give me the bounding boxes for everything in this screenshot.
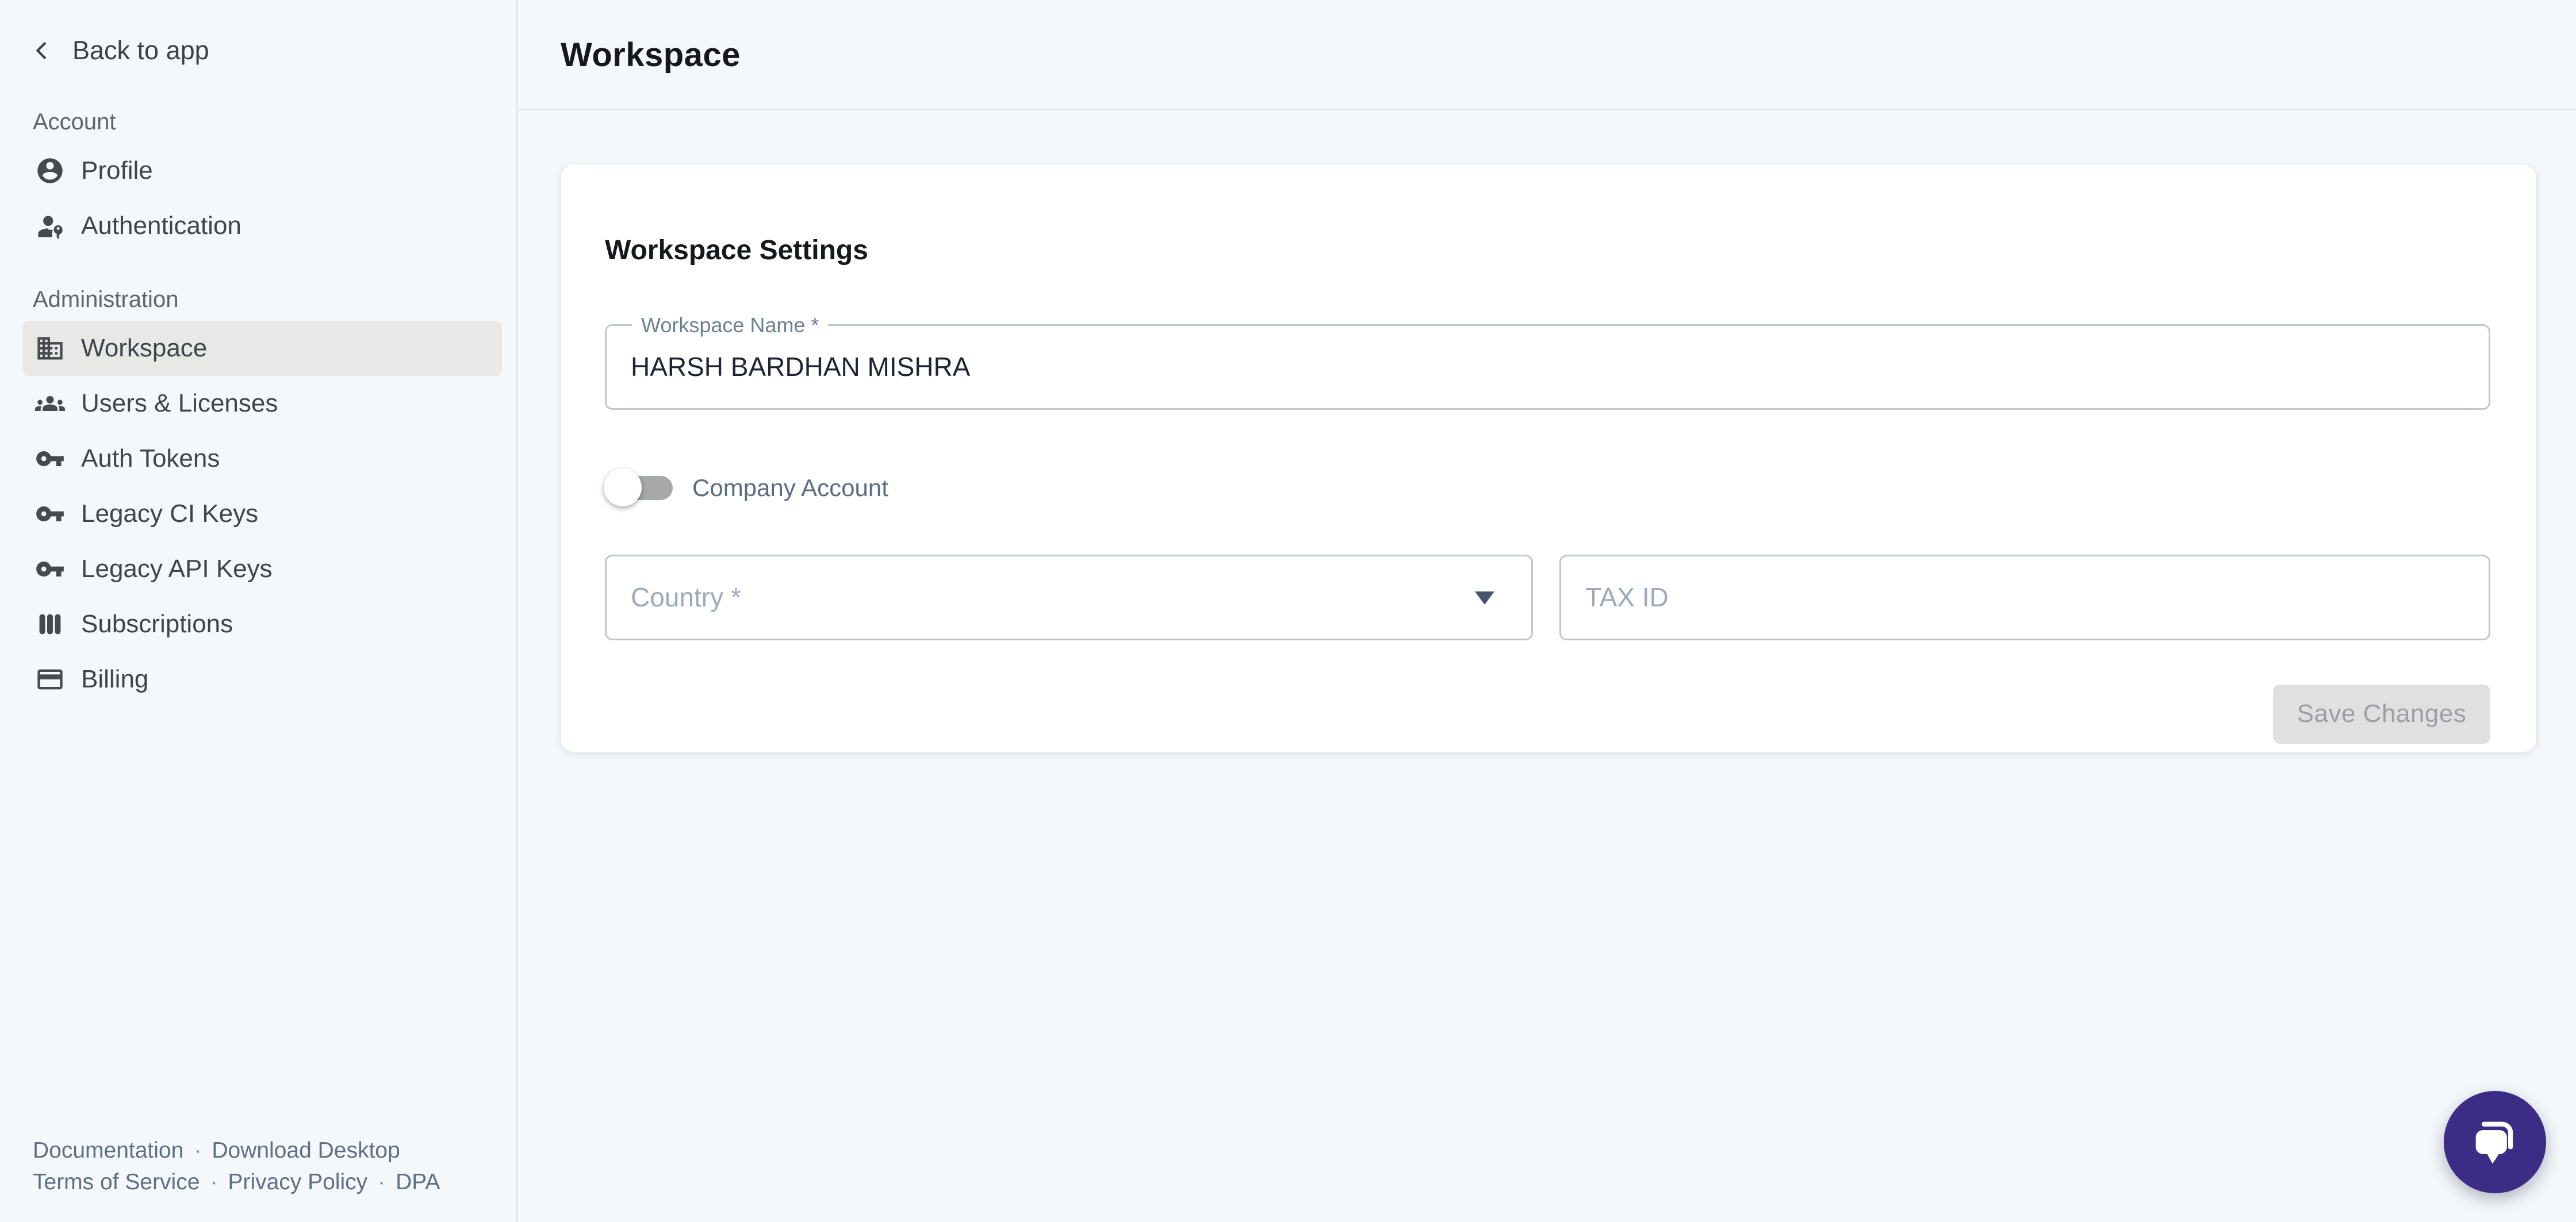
chat-bubbles-icon: [2466, 1113, 2524, 1171]
footer-separator: ·: [378, 1166, 385, 1198]
sidebar-item-label: Profile: [81, 156, 153, 185]
sidebar-item-auth-tokens[interactable]: Auth Tokens: [23, 431, 502, 486]
workspace-settings-card: Workspace Settings Workspace Name * Comp…: [561, 164, 2536, 752]
save-row: Save Changes: [605, 685, 2490, 744]
sidebar-item-label: Auth Tokens: [81, 444, 220, 473]
company-account-row: Company Account: [605, 468, 2490, 508]
sidebar-footer: Documentation · Download Desktop Terms o…: [33, 1135, 440, 1198]
key-icon: [35, 554, 65, 584]
workspace-name-field: Workspace Name *: [605, 324, 2490, 410]
main-content: Workspace Workspace Settings Workspace N…: [519, 0, 2576, 1222]
building-icon: [35, 333, 65, 363]
back-to-app-label: Back to app: [72, 36, 209, 66]
sidebar-item-billing[interactable]: Billing: [23, 652, 502, 707]
sidebar-item-workspace[interactable]: Workspace: [23, 321, 502, 376]
tax-id-field: [1559, 555, 2490, 640]
company-account-label: Company Account: [692, 474, 888, 502]
footer-separator: ·: [194, 1135, 201, 1166]
credit-card-icon: [35, 664, 65, 694]
link-dpa[interactable]: DPA: [396, 1166, 440, 1198]
sidebar: Back to app Account Profile Authenticati…: [0, 0, 518, 1222]
link-privacy-policy[interactable]: Privacy Policy: [228, 1166, 367, 1198]
sidebar-item-subscriptions[interactable]: Subscriptions: [23, 597, 502, 652]
sidebar-item-legacy-ci-keys[interactable]: Legacy CI Keys: [23, 486, 502, 541]
sidebar-item-label: Billing: [81, 665, 148, 694]
sidebar-item-legacy-api-keys[interactable]: Legacy API Keys: [23, 541, 502, 597]
sidebar-item-label: Workspace: [81, 334, 207, 363]
chat-launcher-button[interactable]: [2444, 1091, 2546, 1193]
workspace-name-label: Workspace Name *: [632, 312, 828, 339]
bars-icon: [35, 609, 65, 639]
section-label-account: Account: [33, 109, 516, 135]
page-title: Workspace: [561, 36, 741, 74]
chevron-down-icon: [1475, 591, 1494, 605]
country-select[interactable]: Country *: [605, 555, 1533, 640]
link-documentation[interactable]: Documentation: [33, 1135, 183, 1166]
account-nav: Profile Authentication: [0, 143, 516, 253]
account-circle-icon: [35, 156, 65, 186]
key-icon: [35, 499, 65, 529]
company-account-toggle[interactable]: [605, 468, 673, 508]
page-header: Workspace: [519, 0, 2576, 110]
passkey-icon: [35, 211, 65, 241]
groups-icon: [35, 389, 65, 418]
administration-nav: Workspace Users & Licenses Auth Tokens L…: [0, 321, 516, 707]
tax-id-input[interactable]: [1561, 556, 2489, 639]
sidebar-item-label: Authentication: [81, 212, 241, 240]
chevron-left-icon: [29, 37, 55, 64]
link-download-desktop[interactable]: Download Desktop: [212, 1135, 400, 1166]
section-label-administration: Administration: [33, 287, 516, 313]
key-icon: [35, 444, 65, 474]
sidebar-item-users-licenses[interactable]: Users & Licenses: [23, 376, 502, 431]
sidebar-item-profile[interactable]: Profile: [23, 143, 502, 198]
workspace-name-input[interactable]: [607, 326, 2489, 408]
toggle-thumb: [604, 468, 642, 506]
sidebar-item-authentication[interactable]: Authentication: [23, 198, 502, 253]
sidebar-item-label: Users & Licenses: [81, 389, 278, 418]
sidebar-item-label: Subscriptions: [81, 610, 233, 639]
sidebar-item-label: Legacy API Keys: [81, 555, 273, 583]
save-changes-button[interactable]: Save Changes: [2273, 685, 2490, 744]
country-tax-row: Country *: [605, 555, 2490, 640]
link-terms-of-service[interactable]: Terms of Service: [33, 1166, 200, 1198]
card-heading: Workspace Settings: [605, 235, 2490, 267]
back-to-app-button[interactable]: Back to app: [29, 30, 516, 71]
footer-separator: ·: [210, 1166, 217, 1198]
country-placeholder: Country *: [607, 582, 741, 613]
sidebar-item-label: Legacy CI Keys: [81, 499, 258, 528]
